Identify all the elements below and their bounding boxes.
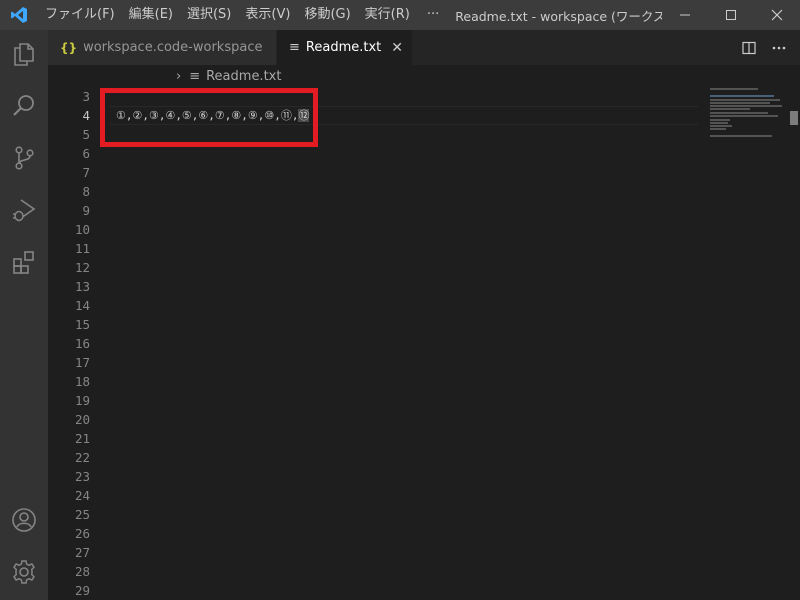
menu-view[interactable]: 表示(V) [238,0,297,30]
more-actions-button[interactable] [764,30,794,65]
minimize-icon [680,14,690,16]
title-bar: ファイル(F) 編集(E) 選択(S) 表示(V) 移動(G) 実行(R) ··… [0,0,800,30]
source-control-button[interactable] [0,134,48,182]
editor-actions [734,30,800,65]
tab-close-icon[interactable]: ✕ [391,40,403,56]
menu-more-button[interactable]: ··· [417,0,449,30]
split-editor-button[interactable] [734,30,764,65]
source-control-icon [15,146,34,170]
search-icon [13,95,34,116]
files-icon [14,43,34,66]
explorer-button[interactable] [0,30,48,78]
line-number-gutter: 3 4 5 6 7 8 9 10 11 12 13 14 15 16 17 18 19 20 21 22 23 24 25 2… [48,87,90,600]
editor-area[interactable]: 3 4 5 6 7 8 9 10 11 12 13 14 15 16 17 18 19 20 21 22 23 24 25 2… [48,87,800,600]
line-number: 15 [74,317,90,332]
tab-label: workspace.code-workspace [83,40,263,55]
close-window-button[interactable] [754,0,800,30]
scrollbar-thumb[interactable] [790,111,798,125]
text-file-icon: ≡ [289,40,300,55]
line-number: 24 [74,488,90,503]
run-debug-button[interactable] [0,186,48,234]
annotation-highlight-box [100,88,318,147]
line-number: 9 [82,203,90,218]
line-number: 4 [82,108,90,123]
extensions-icon [13,251,34,274]
text-file-icon: ≡ [189,68,201,84]
line-number: 16 [74,336,90,351]
line-number: 19 [74,393,90,408]
line-number: 20 [74,412,90,427]
line-number: 14 [74,298,90,313]
menu-edit[interactable]: 編集(E) [122,0,180,30]
gear-icon [13,560,35,584]
line-number: 6 [82,146,90,161]
line-number: 10 [74,222,90,237]
window-controls [662,0,800,30]
vertical-scrollbar[interactable] [788,87,800,600]
line-number: 22 [74,450,90,465]
line-number: 18 [74,374,90,389]
line-number: 7 [82,165,90,180]
line-number: 21 [74,431,90,446]
settings-button[interactable] [0,548,48,596]
search-button[interactable] [0,82,48,130]
line-number: 13 [74,279,90,294]
activity-bar [0,30,48,600]
maximize-icon [726,10,736,20]
minimize-button[interactable] [662,0,708,30]
line-number: 26 [74,526,90,541]
menu-bar: ファイル(F) 編集(E) 選択(S) 表示(V) 移動(G) 実行(R) ··… [38,0,449,30]
tab-label: Readme.txt [305,40,382,55]
minimap[interactable] [706,87,786,167]
line-number: 28 [74,564,90,579]
extensions-button[interactable] [0,238,48,286]
menu-selection[interactable]: 選択(S) [180,0,238,30]
tab-bar: {} workspace.code-workspace ≡ Readme.txt… [48,30,800,65]
accounts-button[interactable] [0,496,48,544]
account-icon [12,508,36,532]
ellipsis-icon [772,46,786,49]
line-number: 3 [82,89,90,104]
run-debug-icon [13,199,36,222]
line-number: 27 [74,545,90,560]
menu-file[interactable]: ファイル(F) [38,0,122,30]
window-title: Readme.txt - workspace (ワークスペース) - Vi [455,8,662,24]
vscode-logo-icon[interactable] [0,0,38,30]
menu-go[interactable]: 移動(G) [297,0,357,30]
close-icon [771,9,783,21]
line-number: 5 [82,127,90,142]
line-number: 29 [74,583,90,598]
menu-run[interactable]: 実行(R) [358,0,417,30]
tab-readme[interactable]: ≡ Readme.txt ✕ [277,30,413,65]
split-editor-icon [742,41,756,54]
line-number: 8 [82,184,90,199]
chevron-right-icon: › [176,68,182,84]
line-number: 17 [74,355,90,370]
line-number: 23 [74,469,90,484]
line-number: 25 [74,507,90,522]
tab-workspace[interactable]: {} workspace.code-workspace [48,30,277,65]
breadcrumb-file[interactable]: Readme.txt [206,69,281,84]
breadcrumb: › ≡ Readme.txt [48,65,800,87]
line-number: 12 [74,260,90,275]
line-number: 11 [74,241,90,256]
json-braces-icon: {} [60,40,78,55]
maximize-button[interactable] [708,0,754,30]
